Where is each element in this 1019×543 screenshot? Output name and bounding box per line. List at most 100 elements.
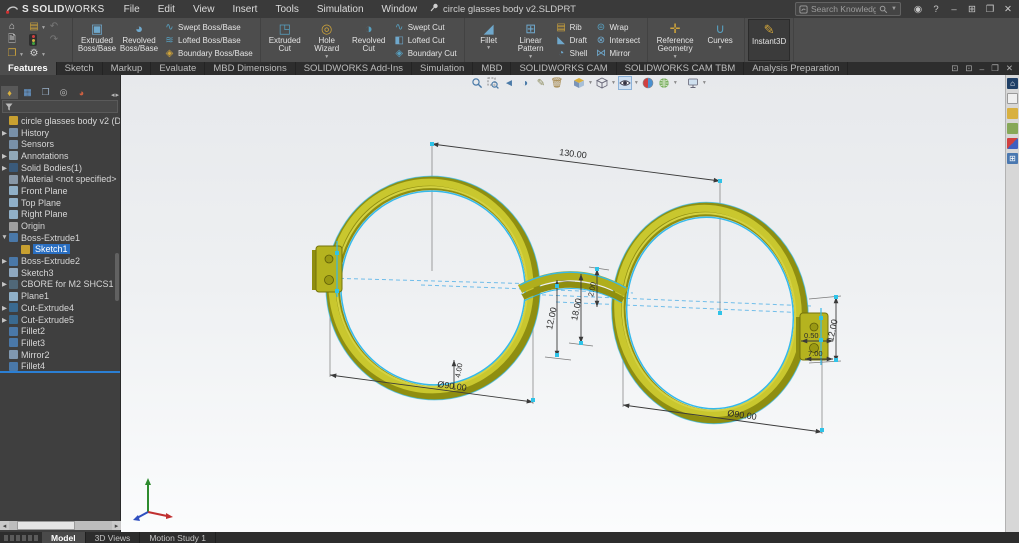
draft-button[interactable]: ◣ Draft bbox=[554, 34, 590, 46]
user-account-icon[interactable]: ◉ bbox=[909, 4, 927, 15]
menu-view[interactable]: View bbox=[184, 0, 224, 18]
expand-arrow-icon[interactable]: ▶ bbox=[0, 316, 9, 324]
apply-appearance-basket-icon[interactable]: 🗑 bbox=[550, 76, 564, 90]
intersect-button[interactable]: ⊗ Intersect bbox=[593, 34, 642, 46]
extruded-boss-base-button[interactable]: ▣ Extruded Boss/Base bbox=[76, 19, 118, 61]
dimension-bridge-span[interactable]: 18.00 bbox=[569, 297, 583, 321]
curves-caret-icon[interactable]: ▼ bbox=[718, 46, 723, 52]
tab-mbd-dimensions[interactable]: MBD Dimensions bbox=[205, 62, 296, 75]
search-scope-caret-icon[interactable]: ▼ bbox=[891, 6, 897, 12]
section-view-icon[interactable]: ◑ bbox=[518, 76, 532, 90]
tree-item-annotations[interactable]: ▶ Annotations bbox=[0, 150, 120, 162]
configurationmanager-tab[interactable]: ❐ bbox=[37, 86, 54, 99]
menu-window[interactable]: Window bbox=[373, 0, 427, 18]
open-document-icon[interactable]: ❐ bbox=[6, 48, 18, 60]
pin-menu-icon[interactable] bbox=[430, 3, 439, 15]
menu-tools[interactable]: Tools bbox=[266, 0, 307, 18]
collapse-arrow-icon[interactable]: ▼ bbox=[0, 234, 9, 241]
tree-item-right-plane[interactable]: Right Plane bbox=[0, 209, 120, 221]
tab-motion-study-1[interactable]: Motion Study 1 bbox=[140, 532, 217, 543]
doc-close-button[interactable]: ✕ bbox=[1006, 63, 1013, 74]
propertymanager-tab[interactable]: ▦ bbox=[19, 86, 36, 99]
tree-item-boss-extrude1[interactable]: ▼ Boss-Extrude1 bbox=[0, 232, 120, 244]
lofted-cut-button[interactable]: ◧ Lofted Cut bbox=[392, 34, 459, 46]
boundary-boss-base-button[interactable]: ◈ Boundary Boss/Base bbox=[162, 47, 255, 59]
expand-arrow-icon[interactable]: ▶ bbox=[0, 164, 9, 172]
curves-button[interactable]: ∪ Curves ▼ bbox=[699, 19, 741, 61]
hole-wizard-caret-icon[interactable]: ▼ bbox=[324, 54, 329, 60]
graphics-viewport[interactable]: ◄ ◑ ✎ 🗑 ▼ ▼ ▼ ▼ ▼ 130.00 Ø90.00 Ø90.00 4… bbox=[121, 75, 1005, 532]
expand-arrow-icon[interactable]: ▶ bbox=[0, 257, 9, 265]
dimension-bridge-height[interactable]: 12.00 bbox=[544, 306, 558, 330]
tree-item-origin[interactable]: Origin bbox=[0, 220, 120, 232]
redo-icon[interactable]: ↷ bbox=[48, 34, 60, 46]
tab-solidworks-cam-tbm[interactable]: SOLIDWORKS CAM TBM bbox=[617, 62, 745, 75]
minimize-button[interactable]: – bbox=[945, 4, 963, 15]
tab-solidworks-addins[interactable]: SOLIDWORKS Add-Ins bbox=[296, 62, 412, 75]
swept-boss-base-button[interactable]: ∿ Swept Boss/Base bbox=[162, 21, 255, 33]
undo-icon[interactable]: ↶ bbox=[48, 21, 60, 33]
tab-features[interactable]: Features bbox=[0, 62, 57, 75]
tree-item-cut-extrude4[interactable]: ▶ Cut-Extrude4 bbox=[0, 302, 120, 314]
hide-show-items-eye-icon[interactable] bbox=[617, 76, 632, 90]
lofted-boss-base-button[interactable]: ≋ Lofted Boss/Base bbox=[162, 34, 255, 46]
doc-pane-icon[interactable]: ⊡ bbox=[951, 63, 958, 74]
search-input[interactable]: Search Knowledge Base bbox=[811, 4, 876, 14]
tab-model[interactable]: Model bbox=[42, 532, 86, 543]
expand-arrow-icon[interactable]: ▶ bbox=[0, 152, 9, 160]
tab-simulation[interactable]: Simulation bbox=[412, 62, 474, 75]
tab-sketch[interactable]: Sketch bbox=[57, 62, 103, 75]
displaymanager-tab[interactable]: ◕ bbox=[73, 86, 90, 99]
model-canvas[interactable]: 130.00 Ø90.00 Ø90.00 4.00 12.00 18.00 2.… bbox=[121, 75, 1005, 532]
view-settings-caret-icon[interactable]: ▼ bbox=[702, 80, 707, 86]
menu-insert[interactable]: Insert bbox=[223, 0, 266, 18]
dimxpertmanager-tab[interactable]: ◎ bbox=[55, 86, 72, 99]
custom-properties-icon[interactable]: ⊞ bbox=[1007, 153, 1018, 164]
home-taskpane-icon[interactable]: ⌂ bbox=[1007, 78, 1018, 89]
tab-analysis-preparation[interactable]: Analysis Preparation bbox=[744, 62, 849, 75]
scroll-right-arrow-icon[interactable]: ▸ bbox=[112, 521, 121, 530]
tree-filter-row[interactable] bbox=[2, 100, 118, 113]
view-orientation-caret-icon[interactable]: ▼ bbox=[588, 80, 593, 86]
tree-item-material[interactable]: Material <not specified> bbox=[0, 173, 120, 185]
display-style-caret-icon[interactable]: ▼ bbox=[611, 80, 616, 86]
tree-item-plane1[interactable]: Plane1 bbox=[0, 290, 120, 302]
instant3d-button[interactable]: ✎ Instant3D bbox=[748, 19, 791, 61]
menu-edit[interactable]: Edit bbox=[149, 0, 184, 18]
tree-item-history[interactable]: ▶ History bbox=[0, 127, 120, 139]
hole-wizard-button[interactable]: ◎ Hole Wizard ▼ bbox=[306, 19, 348, 61]
open-caret-icon[interactable]: ▼ bbox=[19, 52, 24, 58]
panel-tab-arrows[interactable]: ◂ ▸ bbox=[111, 91, 119, 99]
linear-pattern-caret-icon[interactable]: ▼ bbox=[528, 54, 533, 60]
wrap-button[interactable]: ⊜ Wrap bbox=[593, 21, 642, 33]
display-style-icon[interactable] bbox=[595, 76, 609, 90]
reference-geometry-button[interactable]: ✛ Reference Geometry ▼ bbox=[651, 19, 699, 61]
tree-item-mirror2[interactable]: Mirror2 bbox=[0, 349, 120, 361]
swept-cut-button[interactable]: ∿ Swept Cut bbox=[392, 21, 459, 33]
tab-mbd[interactable]: MBD bbox=[473, 62, 512, 75]
doc-pane2-icon[interactable]: ⊡ bbox=[965, 63, 972, 74]
tree-item-solid-bodies[interactable]: ▶ Solid Bodies(1) bbox=[0, 162, 120, 174]
doc-minimize-button[interactable]: – bbox=[980, 64, 985, 74]
save-icon[interactable]: ▤ bbox=[28, 21, 40, 33]
file-explorer-icon[interactable] bbox=[1007, 108, 1018, 119]
expand-arrow-icon[interactable]: ▶ bbox=[0, 129, 9, 137]
extruded-cut-button[interactable]: ◳ Extruded Cut bbox=[264, 19, 306, 61]
revolved-cut-button[interactable]: ◑ Revolved Cut bbox=[348, 19, 390, 61]
linear-pattern-button[interactable]: ⊞ Linear Pattern ▼ bbox=[510, 19, 552, 61]
left-hinge-block[interactable] bbox=[312, 241, 343, 297]
right-lens-rim[interactable] bbox=[596, 188, 824, 438]
tree-item-sketch1[interactable]: Sketch1 bbox=[0, 244, 120, 256]
tree-item-boss-extrude2[interactable]: ▶ Boss-Extrude2 bbox=[0, 255, 120, 267]
tree-item-fillet2[interactable]: Fillet2 bbox=[0, 325, 120, 337]
new-document-icon[interactable]: 🗎 bbox=[6, 34, 18, 46]
zoom-to-area-icon[interactable] bbox=[486, 76, 500, 90]
tree-item-fillet3[interactable]: Fillet3 bbox=[0, 337, 120, 349]
tab-evaluate[interactable]: Evaluate bbox=[151, 62, 206, 75]
rollback-bar[interactable] bbox=[0, 371, 120, 373]
tree-item-cut-extrude5[interactable]: ▶ Cut-Extrude5 bbox=[0, 314, 120, 326]
tree-item-sensors[interactable]: Sensors bbox=[0, 138, 120, 150]
expand-arrow-icon[interactable]: ▶ bbox=[0, 280, 9, 288]
tab-markup[interactable]: Markup bbox=[103, 62, 152, 75]
search-icon[interactable] bbox=[879, 5, 888, 14]
